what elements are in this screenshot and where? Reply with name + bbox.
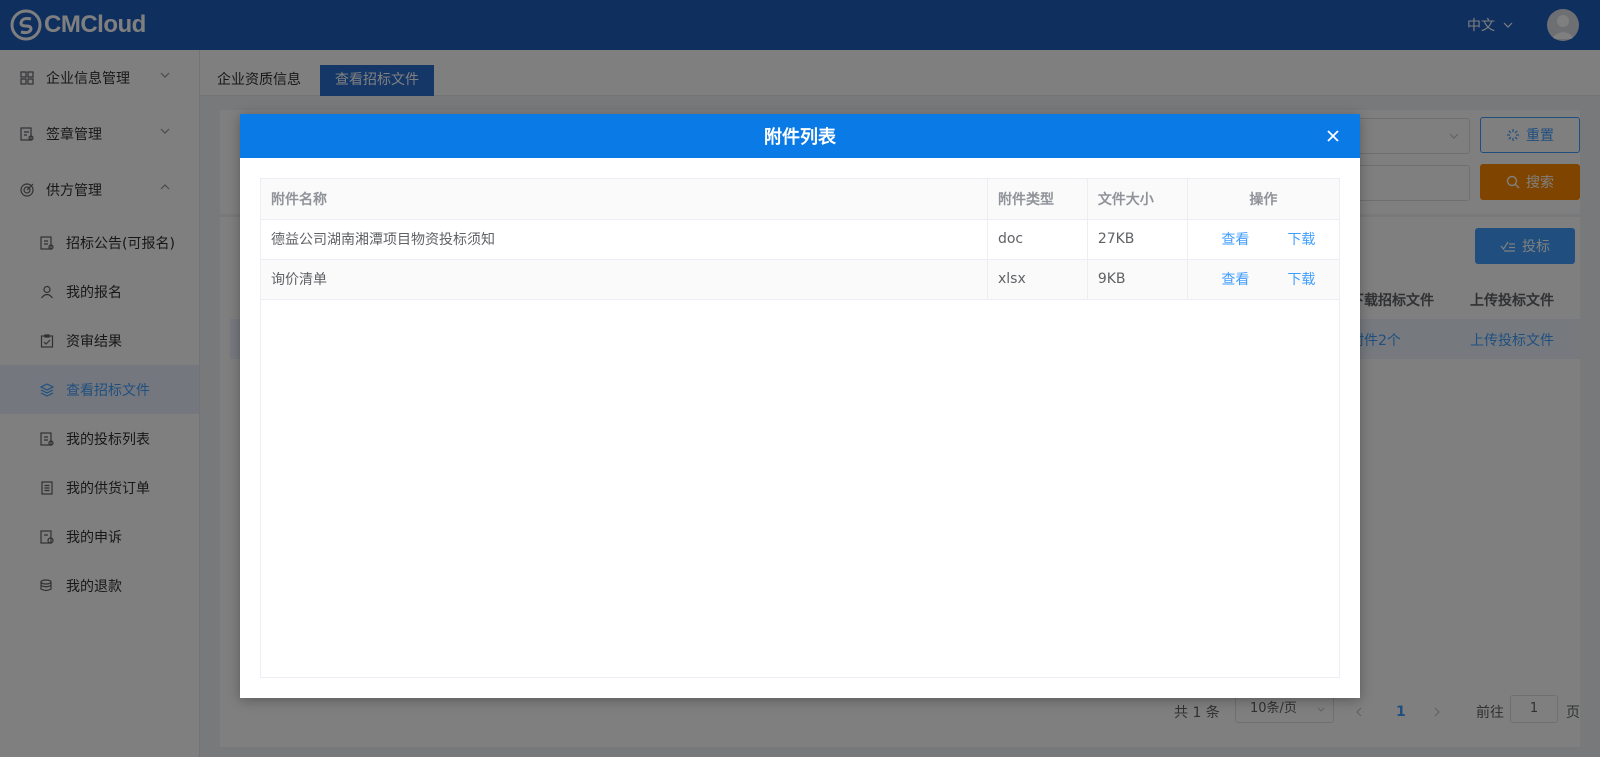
download-link[interactable]: 下载 xyxy=(1287,269,1315,289)
dialog-header: 附件列表 xyxy=(240,114,1360,158)
attachment-table: 附件名称 附件类型 文件大小 操作 德益公司湖南湘潭项目物资投标须知 doc 2… xyxy=(260,178,1340,678)
dialog-title: 附件列表 xyxy=(764,127,836,148)
table-header-row: 附件名称 附件类型 文件大小 操作 xyxy=(261,179,1339,220)
close-icon[interactable] xyxy=(1324,127,1342,145)
attachment-name: 询价清单 xyxy=(261,259,988,300)
attachment-actions: 查看 下载 xyxy=(1187,219,1339,260)
column-header-size: 文件大小 xyxy=(1087,179,1188,220)
download-link[interactable]: 下载 xyxy=(1287,229,1315,249)
attachment-list-dialog: 附件列表 附件名称 附件类型 文件大小 操作 德益公司湖南湘潭项目物资投标须知 … xyxy=(240,114,1360,698)
column-header-name: 附件名称 xyxy=(261,179,988,220)
attachment-type: xlsx xyxy=(987,259,1088,300)
column-header-actions: 操作 xyxy=(1187,179,1339,220)
view-link[interactable]: 查看 xyxy=(1221,269,1249,289)
attachment-type: doc xyxy=(987,219,1088,260)
attachment-size: 9KB xyxy=(1087,259,1188,300)
table-row: 询价清单 xlsx 9KB 查看 下载 xyxy=(261,259,1339,300)
view-link[interactable]: 查看 xyxy=(1221,229,1249,249)
attachment-actions: 查看 下载 xyxy=(1187,259,1339,300)
attachment-size: 27KB xyxy=(1087,219,1188,260)
table-row: 德益公司湖南湘潭项目物资投标须知 doc 27KB 查看 下载 xyxy=(261,219,1339,260)
attachment-name: 德益公司湖南湘潭项目物资投标须知 xyxy=(261,219,988,260)
column-header-type: 附件类型 xyxy=(987,179,1088,220)
